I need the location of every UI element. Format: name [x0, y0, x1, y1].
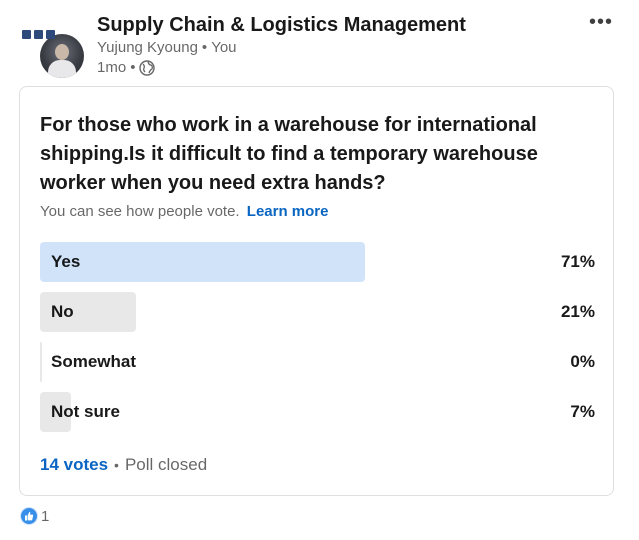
poll-option-bar: [40, 242, 365, 282]
separator-dot: •: [201, 39, 208, 56]
reaction-count: 1: [41, 507, 50, 525]
poll-option-bar: [40, 342, 42, 382]
group-name[interactable]: Supply Chain & Logistics Management: [97, 14, 466, 37]
poll-card: For those who work in a warehouse for in…: [19, 86, 614, 496]
post-time: 1mo: [97, 59, 127, 76]
poll-option-label: Yes: [51, 252, 81, 271]
badge-square: [22, 29, 31, 39]
author-name[interactable]: Yujung Kyoung: [97, 39, 198, 56]
poll-option-percent: 71%: [560, 252, 595, 271]
badge-square: [34, 29, 43, 39]
poll-option-somewhat: Somewhat 0%: [40, 342, 595, 382]
separator-dot: •: [114, 457, 119, 473]
post-time-line: 1mo •: [97, 59, 156, 76]
badge-square: [46, 29, 55, 39]
poll-option-percent: 7%: [570, 402, 595, 421]
poll-option-percent: 0%: [570, 352, 595, 371]
group-avatar[interactable]: [40, 34, 84, 78]
learn-more-link[interactable]: Learn more: [247, 203, 329, 220]
poll-option-label: Somewhat: [51, 352, 137, 371]
poll-option-percent: 21%: [560, 302, 595, 321]
poll-option-label: No: [51, 302, 74, 321]
avatar-face: [55, 44, 69, 60]
poll-question: For those who work in a warehouse for in…: [40, 114, 538, 194]
poll-visibility-note: You can see how people vote. Learn more: [40, 203, 328, 220]
poll-footer: 14 votes • Poll closed: [40, 455, 207, 475]
poll-status: Poll closed: [124, 455, 208, 474]
author-relation: You: [211, 39, 237, 56]
avatar-body: [48, 60, 76, 78]
globe-icon: [139, 59, 156, 76]
separator-dot: •: [130, 59, 136, 76]
like-icon: [20, 507, 38, 525]
poll-option-no: No 21%: [40, 292, 595, 332]
poll-option-label: Not sure: [51, 402, 120, 421]
feed-post: Supply Chain & Logistics Management Yuju…: [0, 0, 639, 540]
more-options-icon[interactable]: •••: [589, 12, 613, 32]
visibility-text: You can see how people vote.: [40, 203, 240, 220]
group-logo-badge: [22, 28, 62, 40]
poll-option-not-sure: Not sure 7%: [40, 392, 595, 432]
author-line: Yujung Kyoung • You: [97, 39, 237, 56]
reactions-summary[interactable]: 1: [20, 507, 49, 525]
votes-count-link[interactable]: 14 votes: [40, 455, 108, 474]
poll-option-yes: Yes 71%: [40, 242, 595, 282]
